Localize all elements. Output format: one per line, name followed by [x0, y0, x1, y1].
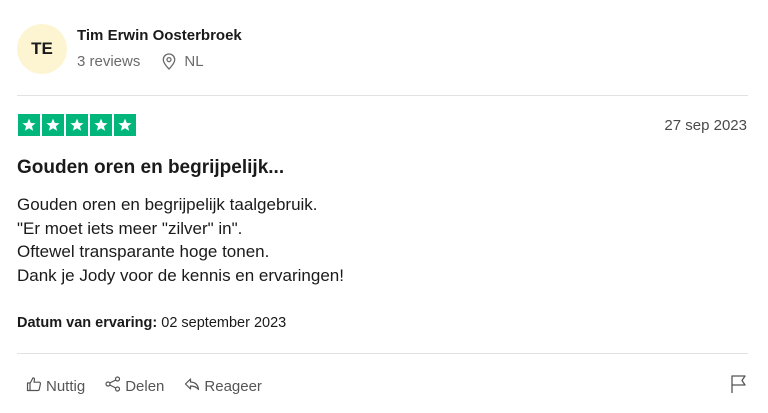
reviewer-name[interactable]: Tim Erwin Oosterbroek: [77, 27, 242, 44]
review-body: Gouden oren en begrijpelijk taalgebruik.…: [17, 193, 344, 287]
useful-button[interactable]: Nuttig: [26, 376, 85, 396]
reviews-count: 3 reviews: [77, 53, 141, 70]
location-pin-icon: [162, 53, 176, 70]
review-body-line: Dank je Jody voor de kennis en ervaringe…: [17, 265, 344, 285]
review-body-line: Oftewel transparante hoge tonen.: [17, 242, 270, 261]
experience-date: Datum van ervaring: 02 september 2023: [17, 315, 286, 331]
share-button[interactable]: Delen: [105, 376, 164, 396]
thumbs-up-icon: [26, 376, 42, 396]
share-label: Delen: [125, 377, 165, 395]
reply-label: Reageer: [204, 377, 262, 395]
star-icon: [18, 114, 40, 136]
divider: [17, 353, 748, 354]
star-icon: [42, 114, 64, 136]
star-icon: [114, 114, 136, 136]
share-icon: [105, 376, 121, 396]
review-body-line: Gouden oren en begrijpelijk taalgebruik.: [17, 195, 318, 214]
review-date: 27 sep 2023: [664, 117, 747, 134]
review-title[interactable]: Gouden oren en begrijpelijk...: [17, 157, 284, 179]
flag-icon[interactable]: [730, 374, 748, 399]
star-icon: [90, 114, 112, 136]
star-rating: [18, 114, 136, 136]
reply-icon: [184, 376, 200, 396]
avatar[interactable]: TE: [17, 24, 67, 74]
divider: [17, 95, 748, 96]
review-body-line: "Er moet iets meer "zilver" in".: [17, 218, 243, 238]
useful-label: Nuttig: [46, 377, 86, 395]
reviewer-location: NL: [184, 53, 204, 70]
reviewer-meta: 3 reviews NL: [77, 53, 204, 70]
review-actions: Nuttig Delen Reageer: [26, 376, 262, 396]
experience-value: 02 september 2023: [161, 315, 287, 331]
star-icon: [66, 114, 88, 136]
reply-button[interactable]: Reageer: [184, 376, 262, 396]
experience-label: Datum van ervaring:: [17, 315, 158, 331]
